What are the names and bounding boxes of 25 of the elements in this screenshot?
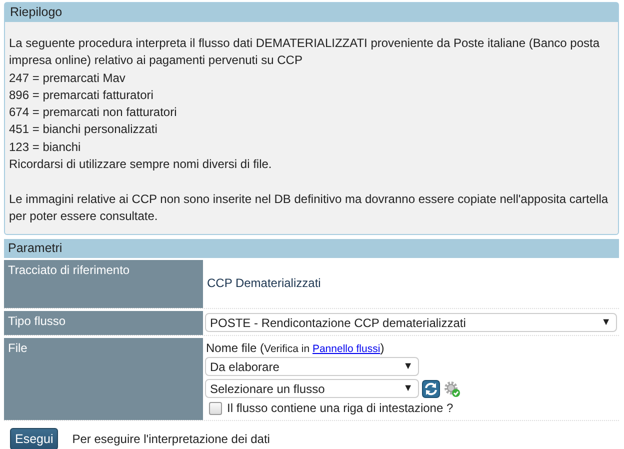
checkbox[interactable] <box>209 402 222 415</box>
summary-text: 896 = premarcati fatturatori <box>9 86 154 104</box>
summary-note: Le immagini relative ai CCP non sono inserite nel DB definitivo ma dovranno essere copiate nell'apposita cartella per poter essere consultate. <box>9 190 610 225</box>
panel-title: Parametri <box>8 241 62 256</box>
field-label: Tipo flusso <box>4 311 203 336</box>
file-name-label: Nome file (Verifica in Pannello flussi) <box>206 340 386 358</box>
run-button[interactable]: Esegui <box>10 428 58 449</box>
panel-title: Riepilogo <box>10 5 62 19</box>
dropdown[interactable]: POSTE - Rendicontazione CCP dematerializzati ▼ <box>205 313 617 332</box>
dropdown[interactable]: Da elaborare ▼ <box>205 357 419 376</box>
summary-text: 247 = premarcati Mav <box>9 70 126 87</box>
dropdown[interactable]: Selezionare un flusso ▼ <box>205 379 419 398</box>
summary-text: Ricordarsi di utilizzare sempre nomi diversi di file. <box>9 156 273 174</box>
field-label: Tracciato di riferimento <box>4 260 203 308</box>
summary-text: La seguente procedura interpreta il flusso dati DEMATERIALIZZATI proveniente da Poste italiane (Banco posta impresa online) relativo ai pagamenti pervenuti su CCP <box>9 35 601 70</box>
summary-text: 123 = bianchi <box>9 138 82 156</box>
summary-text: 674 = premarcati non fatturatori <box>9 104 178 122</box>
panel-link[interactable]: Pannello flussi <box>312 343 380 356</box>
gear-check-icon[interactable] <box>443 380 461 398</box>
field-value: CCP Dematerializzati <box>207 276 321 290</box>
checkbox-label: Il flusso contiene una riga di intestazione ? <box>227 401 454 416</box>
button-description: Per eseguire l'interpretazione dei dati <box>72 432 270 446</box>
summary-text: 451 = bianchi personalizzati <box>9 121 158 138</box>
field-label: File <box>4 338 203 420</box>
refresh-icon[interactable] <box>422 380 440 398</box>
